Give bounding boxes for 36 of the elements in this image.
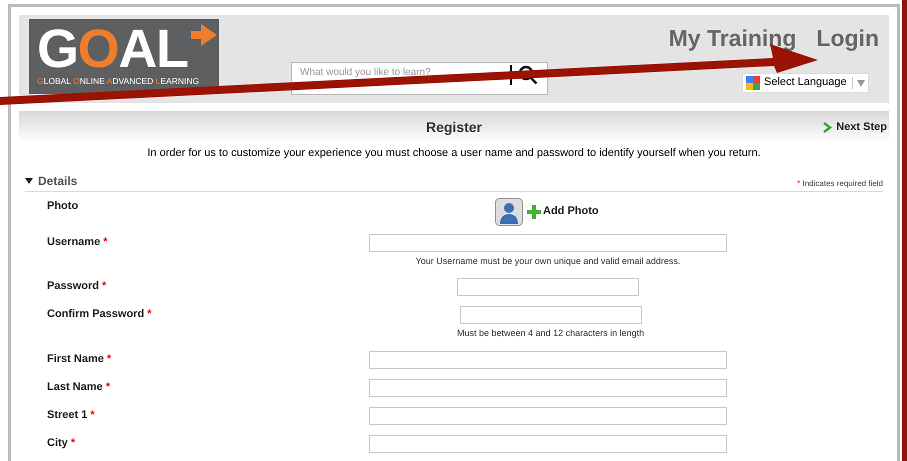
dropdown-icon bbox=[857, 78, 865, 86]
avatar-icon bbox=[495, 198, 523, 226]
field-label: Photo bbox=[47, 198, 80, 214]
google-icon bbox=[746, 76, 760, 90]
text-field[interactable] bbox=[369, 234, 727, 252]
language-select[interactable]: Select Language bbox=[742, 72, 869, 92]
details-toggle[interactable]: Details bbox=[25, 172, 78, 190]
field-label: Confirm Password * bbox=[47, 307, 153, 322]
field-label: Password * bbox=[47, 279, 108, 294]
text-field[interactable] bbox=[369, 350, 727, 368]
field-label: Username * bbox=[47, 234, 109, 250]
intro-text: In order for us to customize your experience you must choose a user name and password to identify yourself when you return. bbox=[146, 146, 762, 161]
field-label: City * bbox=[47, 436, 76, 450]
plus-icon bbox=[527, 204, 541, 218]
field-label: Street 1 * bbox=[47, 408, 96, 422]
field-hint: Your Username must be your own unique and valid email address. bbox=[416, 254, 680, 268]
required-note: * Indicates required field bbox=[797, 178, 883, 190]
text-field[interactable] bbox=[369, 378, 727, 396]
text-field[interactable] bbox=[460, 306, 642, 324]
text-field[interactable] bbox=[369, 434, 727, 452]
field-hint: Must be between 4 and 12 characters in length bbox=[457, 327, 644, 340]
logo-wordmark: GOAL bbox=[37, 25, 188, 74]
logo[interactable]: GOAL GLOBAL ONLINE ADVANCED LEARNING bbox=[29, 19, 219, 94]
field-label: Last Name * bbox=[47, 380, 111, 394]
arrow-icon bbox=[191, 23, 217, 47]
logo-tagline: GLOBAL ONLINE ADVANCED LEARNING bbox=[37, 75, 200, 88]
field-label: First Name * bbox=[47, 352, 112, 366]
triangle-icon bbox=[25, 176, 33, 184]
chevron-icon bbox=[823, 122, 832, 132]
text-field[interactable] bbox=[457, 278, 639, 296]
register-title: Register bbox=[426, 118, 482, 137]
text-field[interactable] bbox=[369, 406, 727, 424]
nav-link[interactable]: Login bbox=[816, 21, 879, 56]
next-step-link[interactable]: Next Step bbox=[823, 118, 887, 136]
nav-link[interactable]: My Training bbox=[668, 21, 796, 56]
add-photo-button[interactable]: Add Photo bbox=[527, 203, 599, 220]
